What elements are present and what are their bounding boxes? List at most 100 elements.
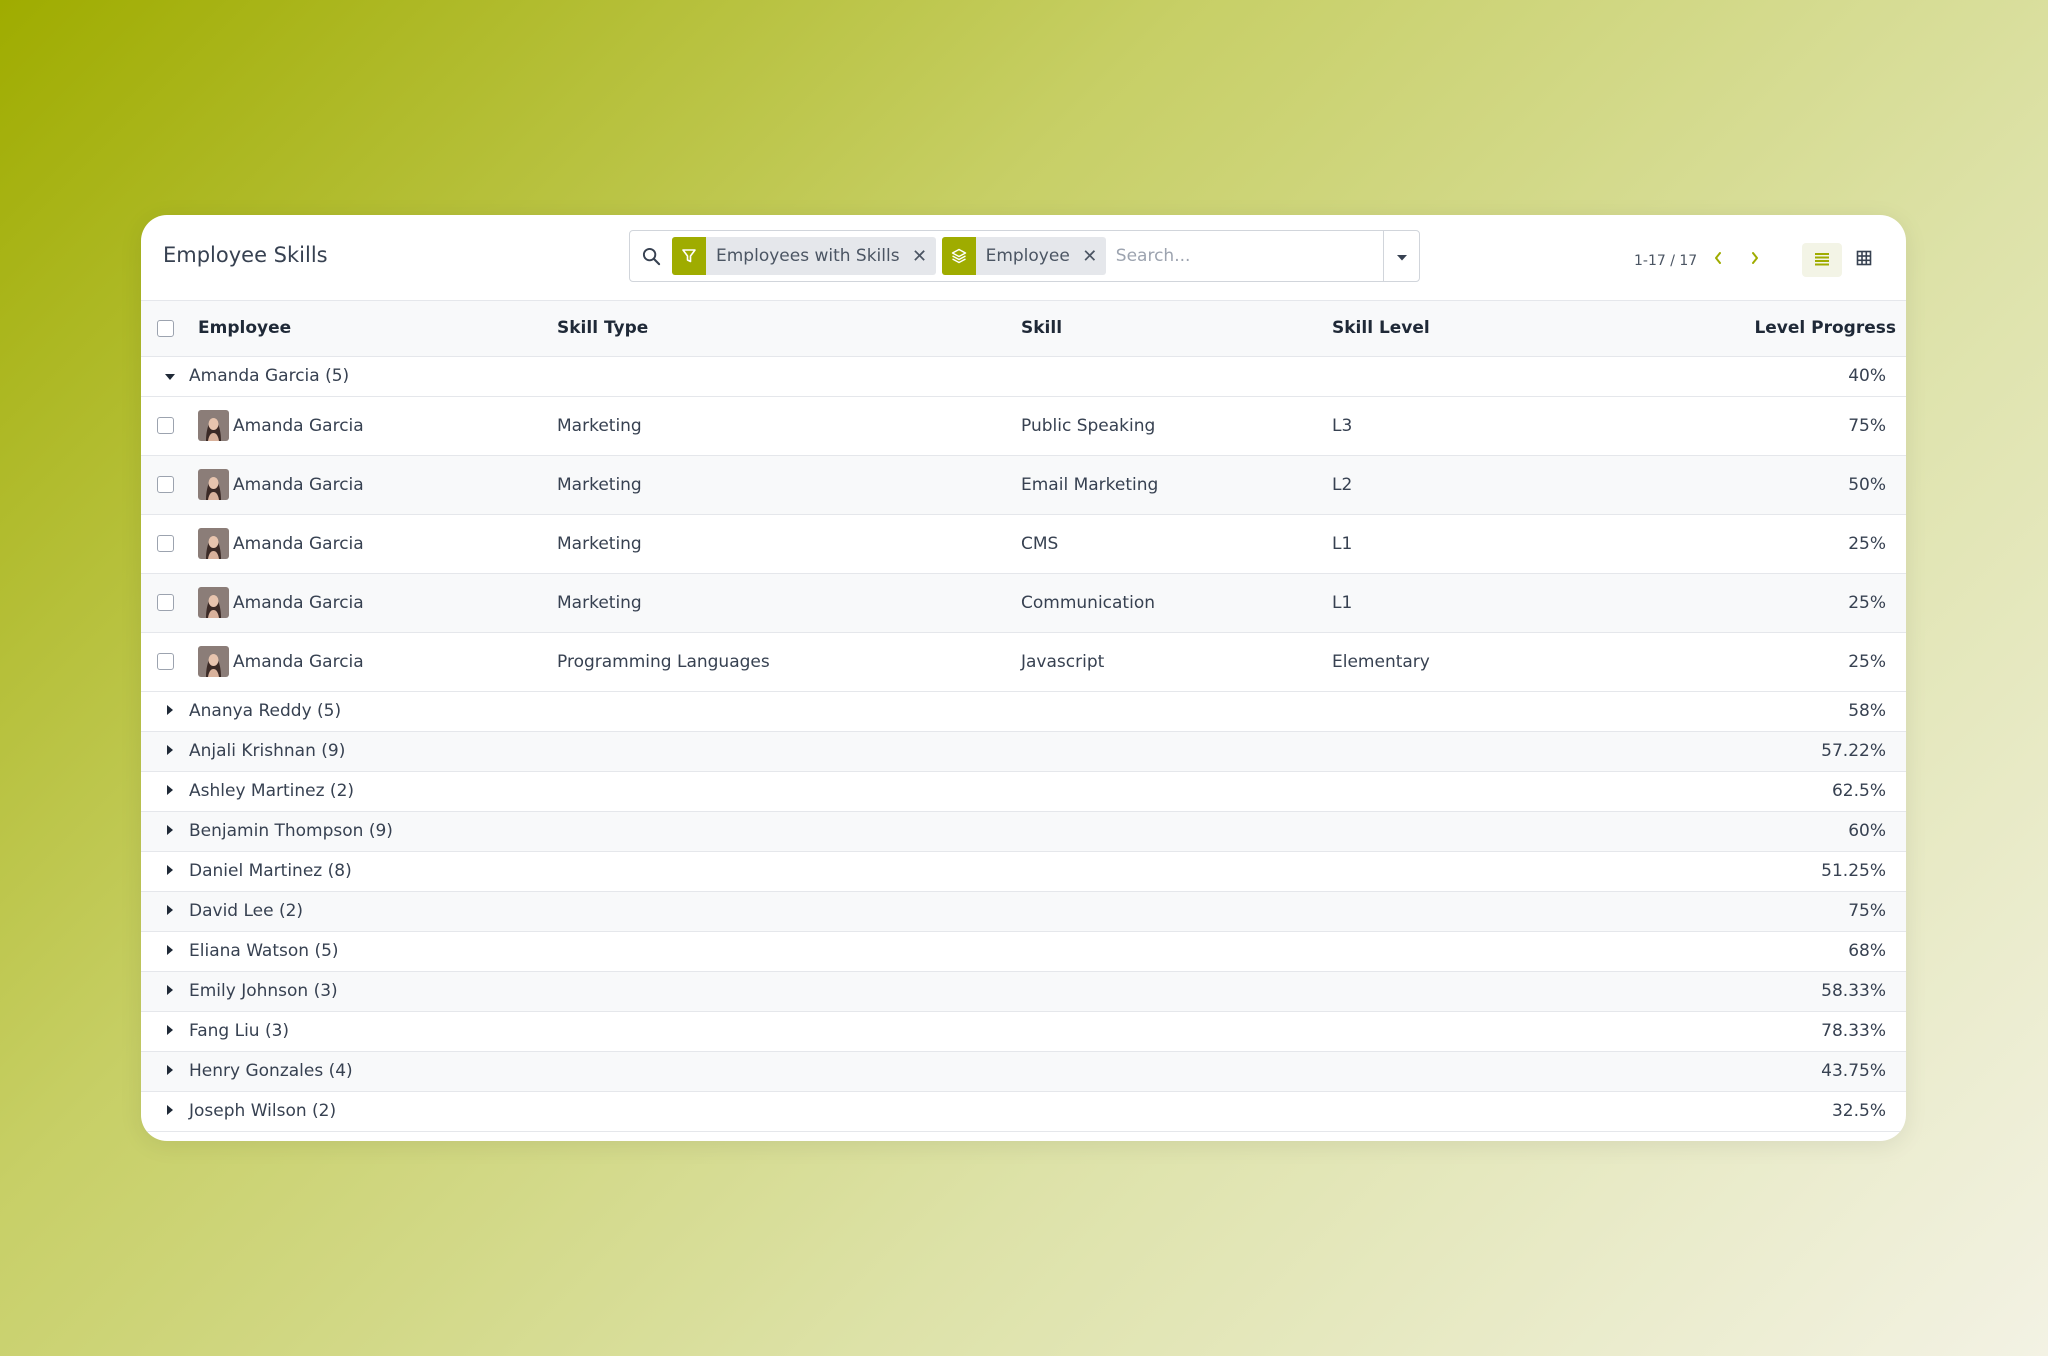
column-skill-level[interactable]: Skill Level: [1332, 301, 1662, 356]
pager-next-button[interactable]: [1745, 249, 1765, 269]
pager-previous-button[interactable]: [1708, 249, 1728, 269]
group-row[interactable]: Benjamin Thompson (9) 60%: [141, 811, 1906, 851]
skill-type-cell: Marketing: [557, 474, 642, 495]
group-row[interactable]: Ananya Reddy (5) 58%: [141, 691, 1906, 731]
group-row[interactable]: Fang Liu (3) 78.33%: [141, 1011, 1906, 1051]
skill-level-cell: L1: [1332, 533, 1353, 554]
search-bar[interactable]: Employees with Skills ✕ Employee ✕: [629, 230, 1420, 282]
table-header-row: Employee Skill Type Skill Skill Level Le…: [141, 301, 1906, 356]
search-options-toggle[interactable]: [1383, 231, 1419, 281]
close-icon[interactable]: ✕: [910, 246, 936, 267]
group-label: Benjamin Thompson (9): [189, 821, 393, 841]
group-progress: 58.33%: [1821, 981, 1886, 1001]
group-row[interactable]: Anjali Krishnan (9) 57.22%: [141, 731, 1906, 771]
close-icon[interactable]: ✕: [1080, 246, 1106, 267]
table-row[interactable]: Amanda Garcia Marketing Email Marketing …: [141, 455, 1906, 514]
page-title: Employee Skills: [163, 243, 328, 267]
group-row-expanded[interactable]: Amanda Garcia (5) 40%: [141, 356, 1906, 396]
group-row[interactable]: Daniel Martinez (8) 51.25%: [141, 851, 1906, 891]
group-row[interactable]: David Lee (2) 75%: [141, 891, 1906, 931]
search-icon[interactable]: [630, 247, 672, 266]
control-panel: Employee Skills Employees with Skills ✕ …: [141, 215, 1906, 301]
avatar: [198, 528, 229, 559]
caret-right-icon[interactable]: [163, 1101, 177, 1121]
table-row[interactable]: Amanda Garcia Programming Languages Java…: [141, 632, 1906, 691]
table-row[interactable]: Amanda Garcia Marketing Public Speaking …: [141, 396, 1906, 455]
employee-skills-window: Employee Skills Employees with Skills ✕ …: [141, 215, 1906, 1141]
level-progress-cell: 25%: [1848, 592, 1886, 613]
caret-right-icon[interactable]: [163, 861, 177, 881]
column-skill[interactable]: Skill: [1021, 301, 1332, 356]
row-checkbox[interactable]: [157, 476, 174, 493]
group-progress: 60%: [1848, 821, 1886, 841]
caret-right-icon[interactable]: [163, 1021, 177, 1041]
employee-name: Amanda Garcia: [233, 651, 364, 672]
caret-right-icon[interactable]: [163, 781, 177, 801]
avatar: [198, 410, 229, 441]
facet-groupby: Employee ✕: [941, 237, 1106, 275]
employee-name: Amanda Garcia: [233, 592, 364, 613]
row-checkbox[interactable]: [157, 535, 174, 552]
group-row[interactable]: Ashley Martinez (2) 62.5%: [141, 771, 1906, 811]
list-view-icon[interactable]: [1814, 251, 1830, 270]
group-label: Amanda Garcia (5): [189, 366, 350, 386]
skill-level-cell: L1: [1332, 592, 1353, 613]
avatar: [198, 587, 229, 618]
chevron-right-icon[interactable]: [1750, 250, 1760, 269]
caret-right-icon[interactable]: [163, 701, 177, 721]
group-row[interactable]: Henry Gonzales (4) 43.75%: [141, 1051, 1906, 1091]
skill-level-cell: Elementary: [1332, 651, 1430, 672]
pager-value[interactable]: 1-17 / 17: [1634, 253, 1697, 269]
select-all-checkbox[interactable]: [157, 319, 174, 337]
group-progress: 51.25%: [1821, 861, 1886, 881]
column-level-progress[interactable]: Level Progress: [1662, 301, 1906, 356]
group-label: Anjali Krishnan (9): [189, 741, 346, 761]
group-label: Ashley Martinez (2): [189, 781, 355, 801]
table-row[interactable]: Amanda Garcia Marketing Communication L1…: [141, 573, 1906, 632]
pivot-view-button[interactable]: [1844, 243, 1884, 277]
group-progress: 43.75%: [1821, 1061, 1886, 1081]
skill-cell: Communication: [1021, 592, 1155, 613]
chevron-left-icon[interactable]: [1713, 250, 1723, 269]
employee-name: Amanda Garcia: [233, 533, 364, 554]
level-progress-cell: 25%: [1848, 651, 1886, 672]
employee-name: Amanda Garcia: [233, 474, 364, 495]
group-progress: 62.5%: [1831, 781, 1886, 801]
group-progress: 40%: [1848, 366, 1886, 386]
table-row[interactable]: Amanda Garcia Marketing CMS L1 25%: [141, 514, 1906, 573]
group-label: Daniel Martinez (8): [189, 861, 352, 881]
group-progress: 78.33%: [1821, 1021, 1886, 1041]
row-checkbox[interactable]: [157, 594, 174, 611]
group-row[interactable]: Eliana Watson (5) 68%: [141, 931, 1906, 971]
row-checkbox[interactable]: [157, 417, 174, 434]
layers-icon: [941, 237, 976, 275]
caret-right-icon[interactable]: [163, 741, 177, 761]
filter-icon: [672, 237, 706, 275]
search-input[interactable]: [1111, 231, 1383, 281]
column-skill-type[interactable]: Skill Type: [557, 301, 1021, 356]
caret-down-icon[interactable]: [1396, 247, 1408, 266]
caret-right-icon[interactable]: [163, 981, 177, 1001]
caret-down-icon[interactable]: [163, 366, 177, 386]
caret-right-icon[interactable]: [163, 901, 177, 921]
list-view-button[interactable]: [1802, 243, 1842, 277]
skill-type-cell: Marketing: [557, 592, 642, 613]
skill-level-cell: L3: [1332, 415, 1353, 436]
facet-filter: Employees with Skills ✕: [672, 237, 936, 275]
caret-right-icon[interactable]: [163, 1061, 177, 1081]
caret-right-icon[interactable]: [163, 941, 177, 961]
employee-name: Amanda Garcia: [233, 415, 364, 436]
group-label: Ananya Reddy (5): [189, 701, 342, 721]
column-employee[interactable]: Employee: [183, 301, 557, 356]
group-label: Emily Johnson (3): [189, 981, 338, 1001]
pivot-grid-icon[interactable]: [1856, 250, 1872, 270]
group-row[interactable]: Emily Johnson (3) 58.33%: [141, 971, 1906, 1011]
group-progress: 68%: [1848, 941, 1886, 961]
caret-right-icon[interactable]: [163, 821, 177, 841]
level-progress-cell: 50%: [1848, 474, 1886, 495]
group-label: Joseph Wilson (2): [189, 1101, 337, 1121]
row-checkbox[interactable]: [157, 653, 174, 670]
avatar: [198, 646, 229, 677]
skill-cell: CMS: [1021, 533, 1059, 554]
group-row[interactable]: Joseph Wilson (2) 32.5%: [141, 1091, 1906, 1131]
